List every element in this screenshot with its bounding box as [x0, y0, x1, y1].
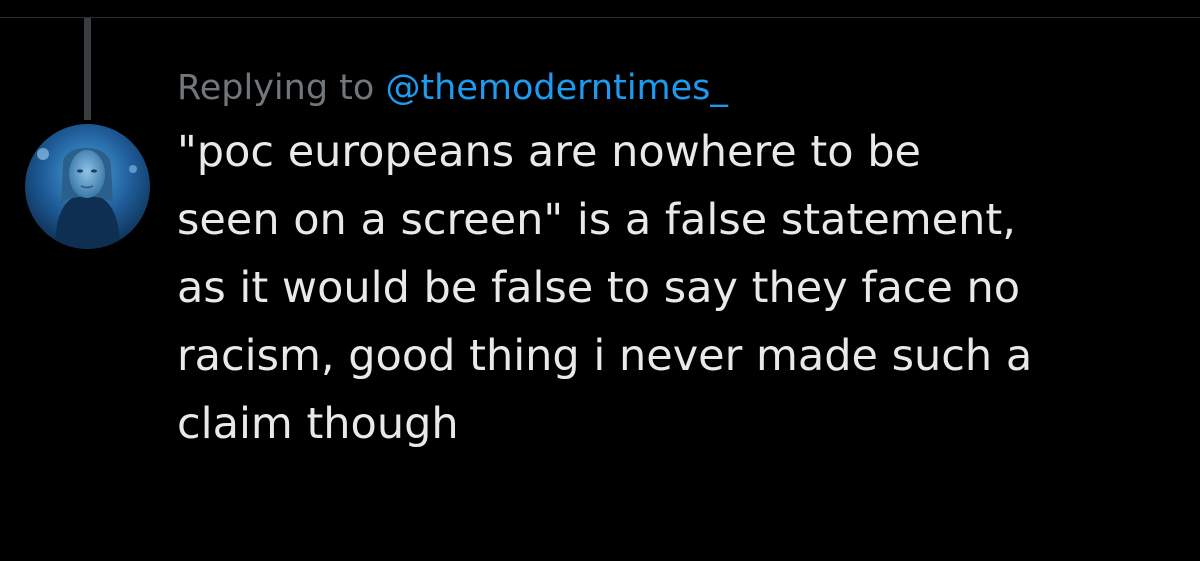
tweet-text: "poc europeans are nowhere to be seen on… — [177, 127, 1033, 449]
avatar[interactable] — [25, 124, 150, 249]
top-divider — [0, 17, 1200, 18]
tweet-content: Replying to @themoderntimes_ "poc europe… — [177, 60, 1187, 458]
replying-handle-link[interactable]: @themoderntimes_ — [385, 68, 727, 108]
replying-to-line: Replying to @themoderntimes_ — [177, 60, 1187, 116]
replying-prefix: Replying to — [177, 68, 386, 108]
thread-connector-line — [84, 18, 91, 120]
avatar-image — [25, 124, 150, 249]
